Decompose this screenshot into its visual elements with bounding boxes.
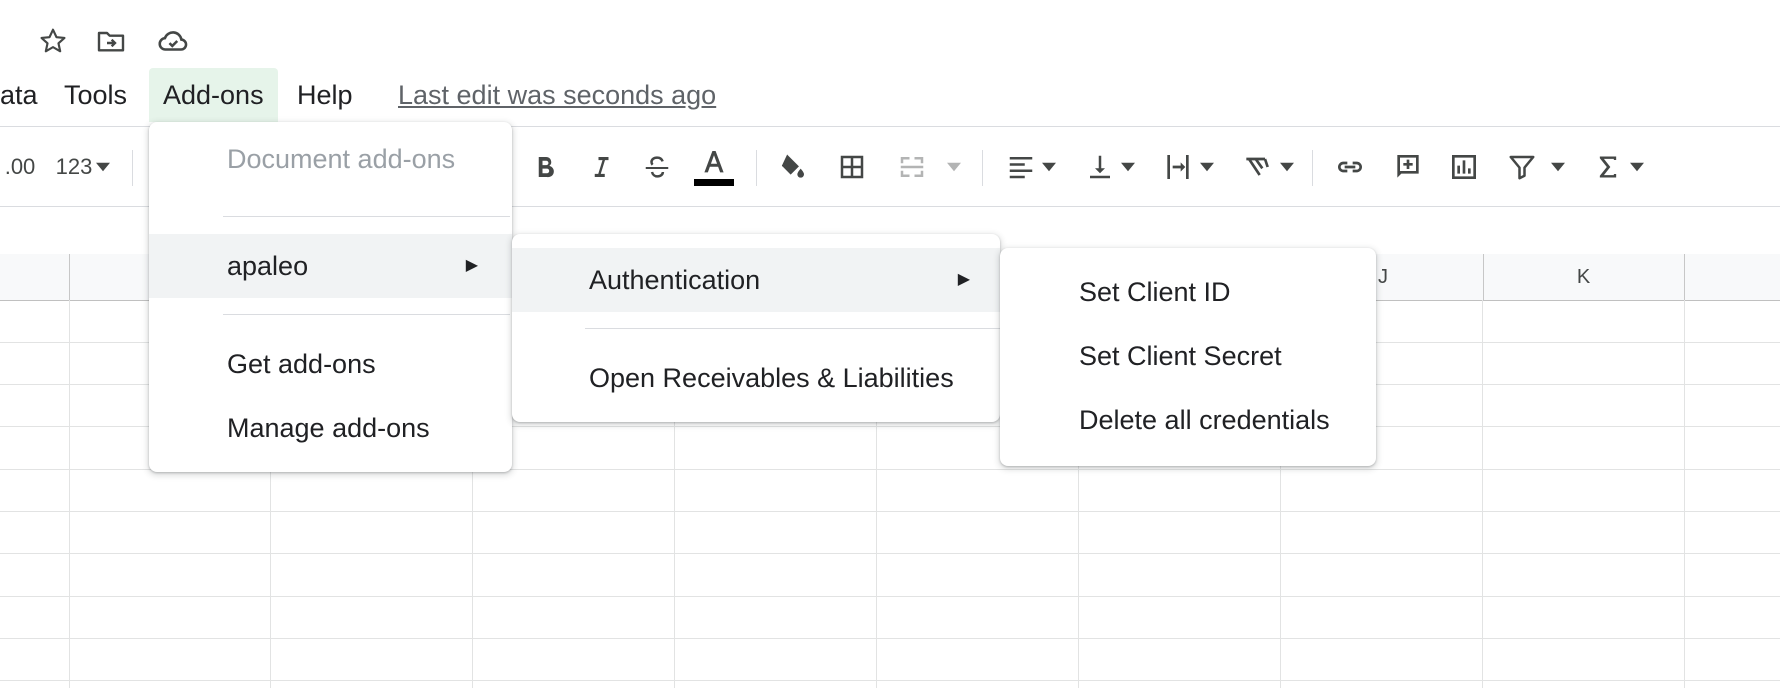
grid-line — [0, 553, 1780, 554]
document-addons-item: Document add-ons — [227, 144, 456, 174]
more-formats-label: 123 — [55, 154, 93, 179]
vertical-align-button[interactable] — [1080, 140, 1140, 194]
italic-icon — [594, 157, 609, 177]
grid-line — [0, 680, 1780, 681]
italic-button[interactable] — [584, 140, 618, 194]
bold-icon — [538, 157, 554, 178]
manage-addons-item[interactable]: Manage add-ons — [149, 396, 512, 460]
borders-icon — [840, 155, 864, 179]
authentication-label: Authentication — [589, 265, 761, 295]
star-icon[interactable] — [36, 24, 70, 58]
get-addons-item[interactable]: Get add-ons — [149, 332, 512, 396]
apaleo-menu-item[interactable]: apaleo ▶ — [149, 234, 512, 298]
functions-button[interactable] — [1586, 140, 1652, 194]
toolbar-divider — [132, 150, 133, 186]
authentication-submenu: Set Client ID Set Client Secret Delete a… — [1000, 248, 1376, 466]
text-color-icon — [704, 150, 724, 172]
more-formats-button[interactable]: 123 — [48, 140, 118, 194]
text-rotation-button[interactable] — [1236, 140, 1298, 194]
text-rotation-icon — [1246, 157, 1269, 176]
chevron-down-icon — [1280, 162, 1294, 172]
menu-tools[interactable]: Tools — [50, 68, 141, 122]
chart-icon — [1452, 155, 1476, 179]
menu-bar: ata Tools Add-ons Help Last edit was sec… — [0, 68, 1780, 122]
filter-button[interactable] — [1500, 140, 1572, 194]
toolbar-divider — [1312, 150, 1313, 186]
submenu-arrow-icon: ▶ — [465, 257, 478, 274]
toolbar-divider — [756, 150, 757, 186]
grid-line — [1684, 300, 1685, 688]
text-wrap-icon — [1167, 155, 1189, 179]
move-to-folder-icon[interactable] — [94, 24, 128, 58]
align-bottom-icon — [1090, 155, 1110, 179]
menu-addons[interactable]: Add-ons — [149, 68, 278, 122]
chevron-down-icon — [947, 162, 961, 172]
grid-line — [0, 596, 1780, 597]
strikethrough-button[interactable] — [640, 140, 674, 194]
menu-help[interactable]: Help — [283, 68, 367, 122]
set-client-id-item[interactable]: Set Client ID — [1000, 260, 1376, 324]
column-header-corner[interactable] — [0, 254, 70, 300]
cloud-saved-icon[interactable] — [156, 24, 190, 58]
text-wrapping-button[interactable] — [1156, 140, 1220, 194]
column-header-k[interactable]: K — [1483, 254, 1685, 300]
merge-cells-icon — [900, 157, 924, 177]
set-client-secret-item[interactable]: Set Client Secret — [1000, 324, 1376, 388]
filter-icon — [1509, 155, 1535, 180]
chevron-down-icon — [1042, 162, 1056, 172]
insert-chart-button[interactable] — [1442, 140, 1486, 194]
link-icon — [1338, 161, 1362, 173]
apaleo-label: apaleo — [227, 251, 309, 281]
insert-comment-button[interactable] — [1386, 140, 1430, 194]
decrease-decimal-label: .00 — [4, 154, 36, 179]
menu-separator — [223, 314, 510, 315]
sigma-icon — [1599, 156, 1617, 178]
grid-line — [0, 511, 1780, 512]
text-color-button[interactable] — [692, 140, 736, 194]
merge-cells-button[interactable] — [890, 140, 934, 194]
add-comment-icon — [1397, 155, 1419, 178]
authentication-menu-item[interactable]: Authentication ▶ — [512, 248, 1000, 312]
delete-credentials-item[interactable]: Delete all credentials — [1000, 388, 1376, 452]
addons-menu: Document add-ons apaleo ▶ Get add-ons Ma… — [149, 122, 512, 472]
fill-color-icon — [781, 154, 805, 178]
chevron-down-icon — [96, 162, 111, 172]
menu-separator — [585, 328, 1000, 329]
chevron-down-icon — [1630, 162, 1644, 172]
merge-dropdown-button[interactable] — [944, 140, 964, 194]
open-receivables-item[interactable]: Open Receivables & Liabilities — [512, 346, 1000, 410]
bold-button[interactable] — [528, 140, 562, 194]
horizontal-align-button[interactable] — [998, 140, 1064, 194]
grid-line — [1482, 300, 1483, 688]
text-color-swatch — [694, 178, 734, 186]
fill-color-button[interactable] — [772, 140, 812, 194]
grid-line — [0, 638, 1780, 639]
chevron-down-icon — [1121, 162, 1135, 172]
toolbar-divider — [982, 150, 983, 186]
chevron-down-icon — [1200, 162, 1214, 172]
menu-separator — [223, 216, 510, 217]
decrease-decimal-button[interactable]: .00 — [0, 140, 40, 194]
insert-link-button[interactable] — [1328, 140, 1372, 194]
apaleo-submenu: Authentication ▶ Open Receivables & Liab… — [512, 234, 1000, 422]
menu-data[interactable]: ata — [0, 68, 52, 122]
submenu-arrow-icon: ▶ — [957, 271, 970, 288]
strikethrough-icon — [645, 156, 669, 178]
grid-line — [69, 300, 70, 688]
borders-button[interactable] — [832, 140, 872, 194]
chevron-down-icon — [1551, 162, 1565, 172]
align-left-icon — [1009, 157, 1033, 179]
last-edit-link[interactable]: Last edit was seconds ago — [398, 68, 716, 122]
